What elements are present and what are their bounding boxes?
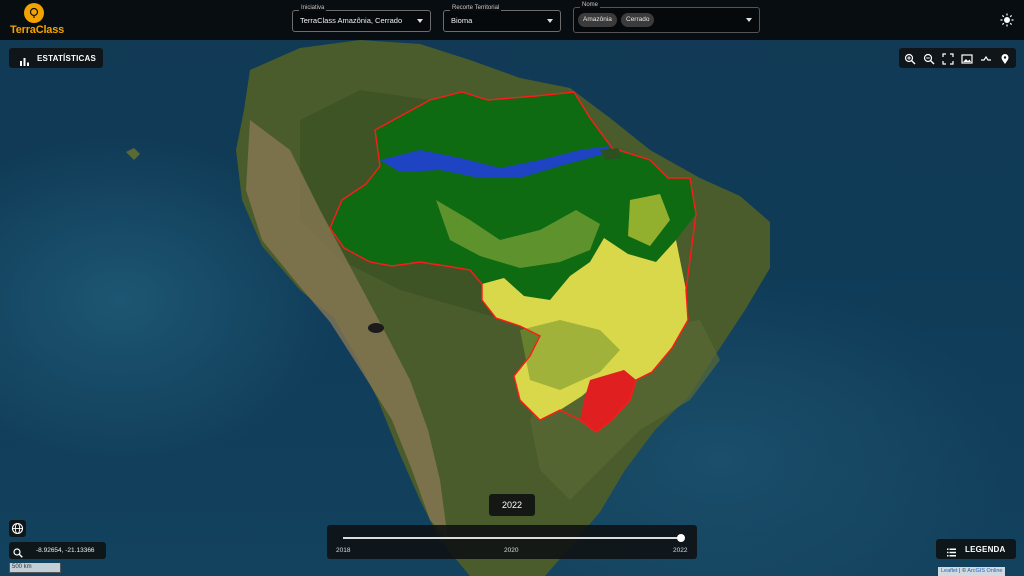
year-slider-thumb[interactable] (677, 534, 685, 542)
chevron-down-icon (547, 19, 553, 23)
legend-button[interactable]: LEGENDA (936, 539, 1016, 559)
coordinates-readout: -8.92654, -21.13366 (36, 547, 95, 554)
iniciativa-label: Iniciativa (299, 5, 327, 11)
zoom-in-icon[interactable] (904, 52, 916, 65)
selected-year-badge: 2022 (489, 494, 535, 516)
bar-chart-icon (20, 53, 29, 66)
map-toolbar (899, 48, 1016, 68)
scale-bar: 500 km (9, 563, 61, 573)
map-attribution: Leaflet | © ArcGIS Online (938, 567, 1006, 576)
recorte-territorial-select[interactable]: Recorte Territorial Bioma (443, 5, 561, 32)
terraclass-logo[interactable]: TerraClass (10, 3, 65, 37)
list-icon (947, 544, 956, 557)
map-view[interactable] (0, 0, 1024, 576)
arcgis-link[interactable]: ArcGIS Online (967, 568, 1002, 574)
zoom-out-icon[interactable] (923, 52, 935, 65)
search-icon[interactable] (13, 545, 23, 558)
basemap-south-america (126, 40, 770, 576)
leaflet-link[interactable]: Leaflet (941, 568, 958, 574)
year-slider-panel: 2018 2020 2022 (327, 525, 697, 559)
coordinate-search[interactable]: -8.92654, -21.13366 (9, 542, 106, 559)
image-icon[interactable] (961, 52, 973, 64)
statistics-button[interactable]: ESTATÍSTICAS (9, 48, 103, 68)
chevron-down-icon (746, 18, 752, 22)
chip-cerrado[interactable]: Cerrado (621, 13, 655, 27)
legend-label: LEGENDA (965, 545, 1006, 554)
recorte-label: Recorte Territorial (450, 5, 502, 11)
logo-text: TerraClass (10, 24, 65, 36)
basemap-button[interactable] (9, 520, 26, 537)
top-bar: TerraClass Iniciativa TerraClass Amazôni… (0, 0, 1024, 40)
recorte-value: Bioma (451, 16, 473, 25)
year-tick-middle: 2020 (504, 547, 519, 554)
globe-icon (11, 522, 24, 535)
statistics-label: ESTATÍSTICAS (37, 54, 96, 63)
year-slider-track[interactable] (343, 537, 681, 539)
year-tick-end: 2022 (673, 547, 688, 554)
chevron-down-icon (417, 19, 423, 23)
swipe-icon[interactable] (980, 52, 992, 64)
tree-icon (24, 3, 44, 23)
location-pin-icon[interactable] (999, 52, 1011, 64)
nome-label: Nome (580, 2, 601, 8)
sun-icon[interactable] (1000, 13, 1014, 27)
nome-select[interactable]: Nome Amazônia Cerrado (573, 2, 760, 33)
fullscreen-icon[interactable] (942, 52, 954, 65)
iniciativa-select[interactable]: Iniciativa TerraClass Amazônia, Cerrado (292, 5, 431, 32)
year-tick-start: 2018 (336, 547, 351, 554)
attribution-separator: | © (957, 568, 968, 574)
chip-amazonia[interactable]: Amazônia (578, 13, 617, 27)
iniciativa-value: TerraClass Amazônia, Cerrado (300, 16, 403, 25)
scale-label: 500 km (12, 564, 32, 570)
